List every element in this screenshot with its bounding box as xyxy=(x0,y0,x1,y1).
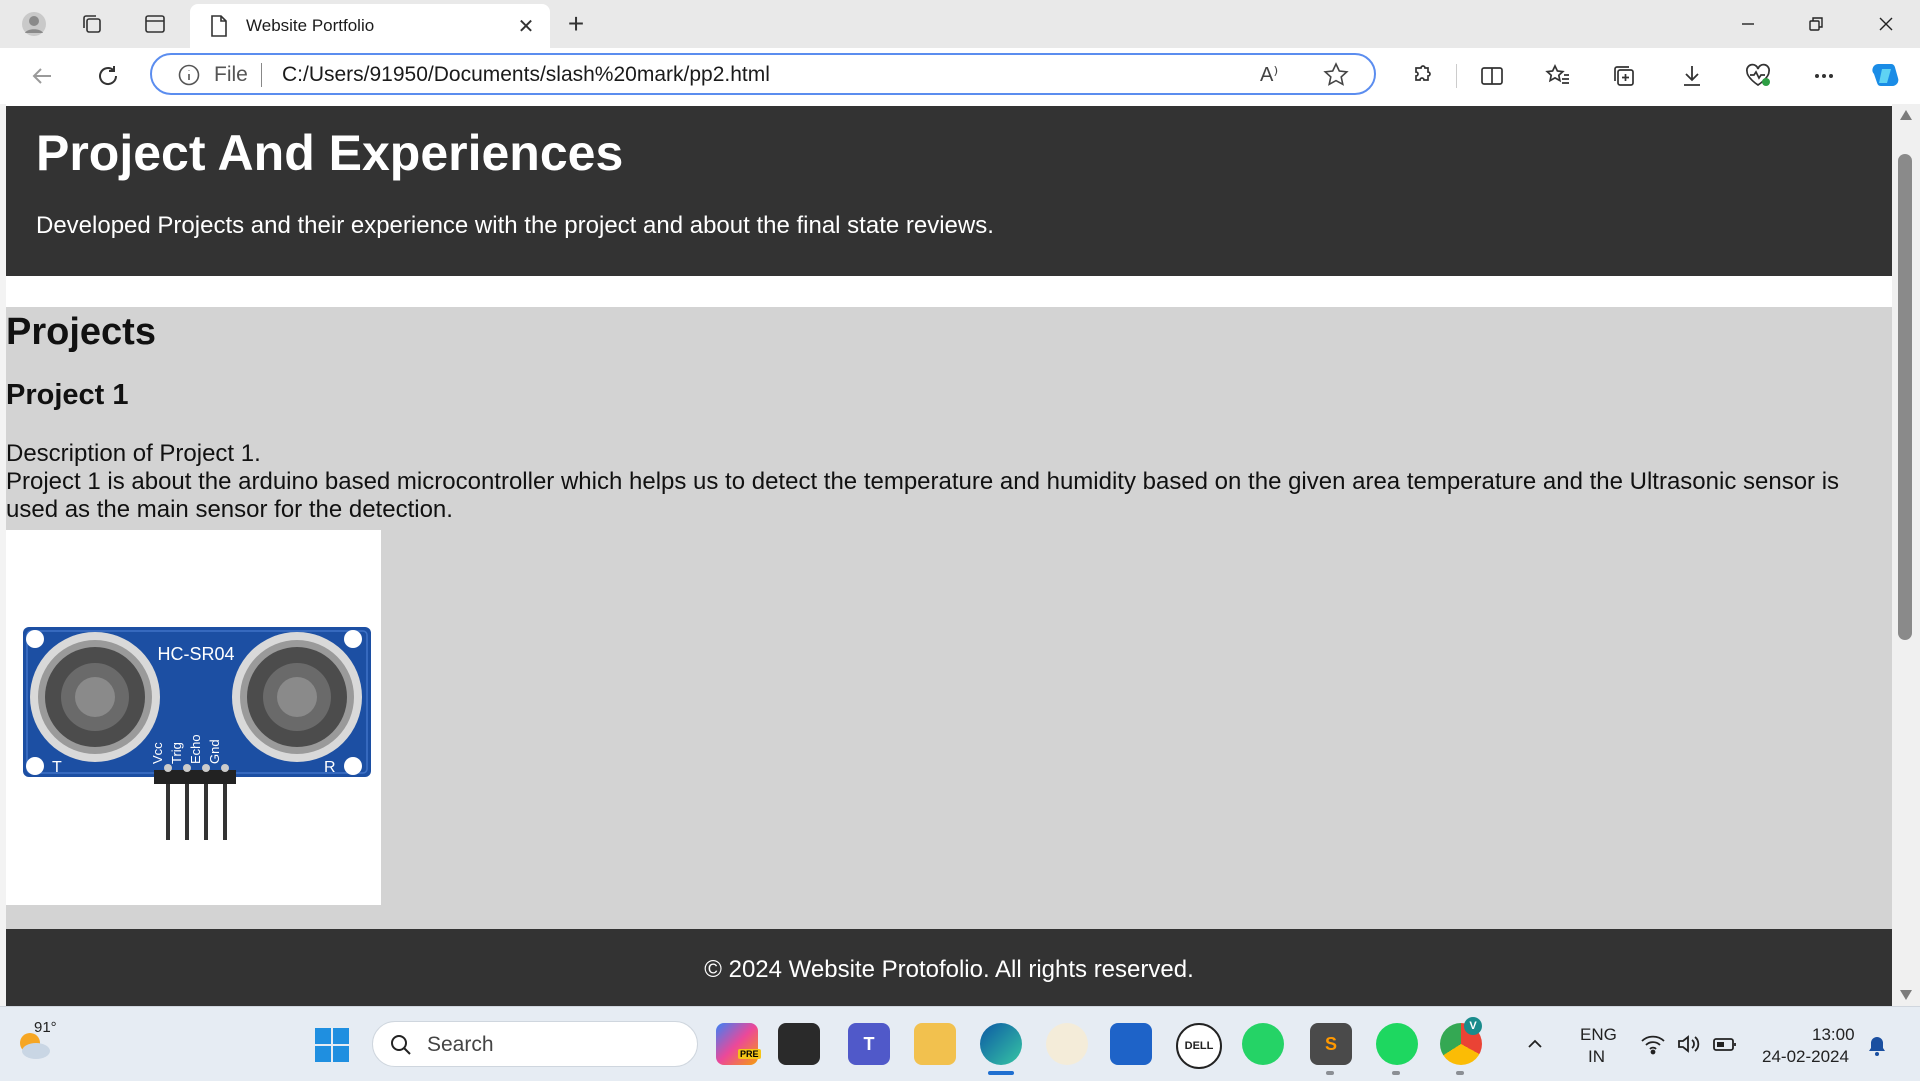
search-placeholder: Search xyxy=(427,1033,494,1056)
chrome-profile-badge: V xyxy=(1464,1017,1482,1035)
app-emblem-icon[interactable] xyxy=(1046,1023,1088,1065)
corner-label-r: R xyxy=(324,759,336,776)
browser-titlebar: Website Portfolio ✕ + xyxy=(0,0,1920,48)
language-indicator-primary[interactable]: ENG xyxy=(1580,1025,1617,1045)
windows-taskbar: 91° Search PRE T DELL S V ENG IN 13:00 2… xyxy=(0,1006,1920,1081)
whatsapp-icon[interactable] xyxy=(1242,1023,1284,1065)
browser-tab-active[interactable]: Website Portfolio ✕ xyxy=(190,4,550,48)
edge-active-indicator xyxy=(988,1071,1014,1075)
edge-browser-icon[interactable] xyxy=(980,1023,1022,1065)
profile-icon[interactable] xyxy=(20,10,48,38)
project-description-lead: Description of Project 1. xyxy=(6,440,261,467)
info-icon[interactable] xyxy=(178,64,200,86)
page-viewport: Project And Experiences Developed Projec… xyxy=(6,104,1892,1006)
scroll-up-arrow-icon[interactable] xyxy=(1900,110,1912,120)
scroll-down-arrow-icon[interactable] xyxy=(1900,990,1912,1000)
favorites-icon[interactable] xyxy=(1542,60,1574,92)
show-hidden-icons-chevron-icon[interactable] xyxy=(1526,1035,1544,1053)
ultrasonic-sensor-image: HC-SR04 Vcc Trig Echo Gnd T R xyxy=(6,530,381,905)
address-scheme-label: File xyxy=(214,63,248,86)
projects-section: Projects Project 1 Description of Projec… xyxy=(6,307,1892,933)
pin-label-trig: Trig xyxy=(169,742,184,764)
weather-temperature: 91° xyxy=(34,1019,57,1036)
restore-button[interactable] xyxy=(1782,0,1850,48)
browser-toolbar: File C:/Users/91950/Documents/slash%20ma… xyxy=(0,48,1920,104)
sensor-model-label: HC-SR04 xyxy=(157,644,234,664)
vertical-tabs-icon[interactable] xyxy=(141,10,169,38)
address-url[interactable]: C:/Users/91950/Documents/slash%20mark/pp… xyxy=(282,63,770,87)
extensions-icon[interactable] xyxy=(1406,60,1438,92)
terminal-app-icon[interactable] xyxy=(778,1023,820,1065)
copilot-icon[interactable] xyxy=(1870,60,1902,92)
address-separator xyxy=(261,63,262,87)
teams-app-icon[interactable]: T xyxy=(848,1023,890,1065)
favorite-star-icon[interactable] xyxy=(1322,61,1350,89)
read-aloud-icon[interactable]: A⁾ xyxy=(1260,62,1278,87)
section-title: Projects xyxy=(6,311,156,353)
volume-icon[interactable] xyxy=(1676,1033,1702,1055)
copilot-pre-badge: PRE xyxy=(738,1049,761,1059)
spotify-icon[interactable] xyxy=(1376,1023,1418,1065)
search-icon xyxy=(389,1033,413,1057)
close-window-button[interactable] xyxy=(1852,0,1920,48)
page-scrollbar[interactable] xyxy=(1892,104,1920,1006)
language-indicator-region[interactable]: IN xyxy=(1588,1047,1605,1067)
page-subtitle: Developed Projects and their experience … xyxy=(36,212,994,239)
footer-copyright: © 2024 Website Protofolio. All rights re… xyxy=(704,956,1194,983)
close-tab-icon[interactable]: ✕ xyxy=(512,12,540,40)
spotify-running-indicator xyxy=(1392,1071,1400,1075)
corner-label-t: T xyxy=(52,759,62,776)
scrollbar-thumb[interactable] xyxy=(1898,154,1912,640)
start-button-windows-icon[interactable] xyxy=(314,1027,350,1063)
chrome-running-indicator xyxy=(1456,1071,1464,1075)
refresh-button[interactable] xyxy=(92,60,124,92)
sublime-text-icon[interactable]: S xyxy=(1310,1023,1352,1065)
pin-label-echo: Echo xyxy=(188,734,203,764)
clock-time[interactable]: 13:00 xyxy=(1812,1025,1855,1045)
address-bar[interactable]: File C:/Users/91950/Documents/slash%20ma… xyxy=(150,53,1376,95)
battery-icon[interactable] xyxy=(1712,1033,1738,1055)
collections-icon[interactable] xyxy=(1608,60,1640,92)
project-title: Project 1 xyxy=(6,379,129,411)
sublime-running-indicator xyxy=(1326,1071,1334,1075)
back-button[interactable] xyxy=(26,60,58,92)
clock-date[interactable]: 24-02-2024 xyxy=(1762,1047,1849,1067)
new-tab-button[interactable]: + xyxy=(560,8,592,40)
page-title: Project And Experiences xyxy=(36,125,624,181)
notification-bell-icon[interactable] xyxy=(1866,1035,1888,1057)
taskbar-search[interactable]: Search xyxy=(372,1021,698,1067)
file-explorer-icon[interactable] xyxy=(914,1023,956,1065)
downloads-icon[interactable] xyxy=(1676,60,1708,92)
page-footer: © 2024 Website Protofolio. All rights re… xyxy=(6,929,1892,1006)
toolbar-divider xyxy=(1456,64,1457,88)
tab-title: Website Portfolio xyxy=(246,16,375,35)
pin-label-gnd: Gnd xyxy=(207,739,222,764)
dell-app-icon[interactable]: DELL xyxy=(1176,1023,1222,1069)
microsoft-store-icon[interactable] xyxy=(1110,1023,1152,1065)
chrome-icon[interactable]: V xyxy=(1440,1017,1482,1065)
minimize-button[interactable] xyxy=(1714,0,1782,48)
project-description-body: Project 1 is about the arduino based mic… xyxy=(6,468,1840,523)
page-header: Project And Experiences Developed Projec… xyxy=(6,106,1892,276)
pin-label-vcc: Vcc xyxy=(150,742,165,764)
wifi-icon[interactable] xyxy=(1640,1033,1666,1055)
browser-essentials-icon[interactable] xyxy=(1742,60,1774,92)
page-icon xyxy=(208,15,230,37)
split-screen-icon[interactable] xyxy=(1476,60,1508,92)
more-options-icon[interactable] xyxy=(1808,60,1840,92)
copilot-preview-app-icon[interactable]: PRE xyxy=(716,1023,761,1065)
workspaces-icon[interactable] xyxy=(78,10,106,38)
